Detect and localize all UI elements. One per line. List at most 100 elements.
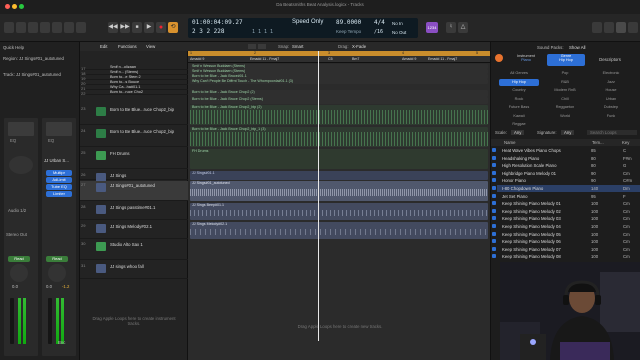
track-name[interactable]: Born to...s Bouce [110, 80, 186, 84]
loop-row[interactable]: Heat Wave Vibes Piano Chops 85 C [492, 147, 640, 154]
view-menu[interactable]: View [146, 44, 155, 49]
track-name[interactable]: JJ Sings passtime#01.1 [110, 205, 186, 210]
genre-filter-button[interactable]: Dubstep [591, 104, 631, 111]
genre-filter-button[interactable]: Country [499, 87, 539, 94]
browser-button[interactable] [628, 22, 638, 33]
genre-filter-button[interactable]: Funk [591, 113, 631, 120]
col-name[interactable]: Name [504, 140, 515, 145]
tab-genre[interactable]: Genre Hip Hop [547, 54, 585, 66]
col-tempo[interactable]: Tem... [592, 140, 604, 145]
list-editors-button[interactable] [592, 22, 602, 33]
track-header[interactable]: 22 Born to...ruce Cho2 [80, 90, 188, 96]
track-name[interactable]: Smif n... (Stems) [110, 70, 186, 74]
bounce-button[interactable]: Bnc [58, 340, 65, 345]
metronome-icon[interactable]: △ [458, 22, 468, 33]
region[interactable]: Born to be Blue - Jack Bruce Chop2_bip (… [190, 105, 488, 125]
track-header[interactable]: 30 Studio Alto Sax 1 [80, 240, 188, 260]
loop-row[interactable]: Highbridge Piano Melody 01 90 Cm [492, 170, 640, 177]
genre-filter-button[interactable]: Hip Hop [499, 78, 539, 86]
track-header[interactable]: 29 JJ Sings Melody#02.1 [80, 222, 188, 239]
loop-browser-button[interactable] [616, 22, 626, 33]
region[interactable]: JJ Sings#01_autotuned [190, 181, 488, 201]
stop-icon[interactable]: ■ [132, 22, 142, 33]
volume-fader[interactable] [48, 298, 52, 344]
editors-button[interactable] [76, 22, 86, 33]
loop-row[interactable]: Jet Set Piano 95 F [492, 193, 640, 200]
rewind-icon[interactable]: ◀◀ [108, 22, 118, 33]
lcd-display[interactable]: 01:00:04:09.27 2 3 2 228 1 1 1 1 Speed O… [188, 18, 418, 38]
track-header[interactable]: 31 JJ sings whoo fall [80, 262, 188, 279]
loop-row[interactable]: Keep Shining Piano Melody 04 100 Cm [492, 223, 640, 230]
toolbar-button[interactable] [40, 22, 50, 33]
eq-thumbnail[interactable] [46, 122, 72, 136]
functions-menu[interactable]: Functions [118, 44, 137, 49]
genre-filter-button[interactable]: All Genres [499, 70, 539, 77]
inspector-button[interactable] [16, 22, 26, 33]
smart-controls-button[interactable] [52, 22, 62, 33]
snap-select[interactable]: Smart [292, 44, 303, 49]
track-header[interactable]: 23 Born to Be Blue...ruce Chop2_bip [80, 105, 188, 125]
volume-fader[interactable] [10, 298, 14, 344]
quick-help-label[interactable]: Quick Help [3, 45, 24, 50]
play-icon[interactable]: ▶ [144, 22, 154, 33]
track-name[interactable]: Why Ca...ha#01.1 [110, 85, 186, 89]
region-inspector-header[interactable]: Region: JJ Sings#01_autotuned [3, 56, 79, 61]
cycle-icon[interactable]: ⟲ [168, 22, 178, 33]
region[interactable]: JJ Sings Melody#02.1 [190, 222, 488, 239]
drag-select[interactable]: X-Fade [352, 44, 366, 49]
genre-filter-button[interactable]: House [591, 87, 631, 94]
genre-filter-button[interactable]: Reggae [499, 121, 539, 128]
region-label[interactable]: Why Can't People Be Diffrnt Touch - The … [190, 79, 488, 84]
track-name[interactable]: JJ Sings#01_autotuned [110, 183, 186, 188]
genre-filter-button[interactable]: Kawaii [499, 113, 539, 120]
tuner-icon[interactable]: ♮ [446, 22, 456, 33]
plugin-slot[interactable]: Multipr [46, 170, 72, 176]
library-button[interactable] [4, 22, 14, 33]
genre-filter-button[interactable]: Rock [499, 96, 539, 103]
quick-help-button[interactable] [28, 22, 38, 33]
loop-row[interactable]: High Resolution Scale Piano 80 G [492, 162, 640, 169]
track-header[interactable]: 25 FH Drums [80, 149, 188, 169]
region[interactable]: JJ Sings Beep#01.1 [190, 203, 488, 220]
region[interactable]: FH Drums [190, 149, 488, 169]
loop-search-input[interactable]: Search Loops [587, 130, 637, 135]
track-name[interactable]: FH Drums [110, 151, 186, 156]
tab-descriptors[interactable]: Descriptors [587, 54, 633, 66]
loop-row[interactable]: Keep Shining Piano Melody 07 100 Cm [492, 246, 640, 253]
region[interactable]: Born to be Blue - Jack Bruce Chop2 (Stem… [190, 97, 488, 104]
track-inspector-header[interactable]: Track: JJ Sings#01_autotuned [3, 72, 79, 77]
track-header[interactable]: 27 JJ Sings#01_autotuned [80, 181, 188, 201]
ruler[interactable]: 1 2 3 4 5 Amadd 9 Emadd 11 - Fmaj7 C5 Bm… [188, 51, 490, 63]
loop-row[interactable]: I-80 Chopdown Piano 140 Dm [492, 185, 640, 192]
genre-filter-button[interactable]: Pop [545, 70, 585, 77]
instrument-slot[interactable]: JJ Urban S... [44, 158, 76, 163]
cycle-area[interactable] [188, 51, 490, 56]
notes-button[interactable] [604, 22, 614, 33]
region[interactable]: Born to be Blue - Jack Bruce Chop2_bip_1… [190, 127, 488, 147]
genre-filter-button[interactable]: World [545, 113, 585, 120]
track-header[interactable]: 28 JJ Sings passtime#01.1 [80, 203, 188, 220]
automation-read-button[interactable]: Read [46, 256, 68, 262]
plugin-slot[interactable]: AdLimit [46, 177, 72, 183]
loop-row[interactable]: Keep Shining Piano Melody 05 100 Cm [492, 231, 640, 238]
send-slot[interactable]: Audio 1/2 [8, 208, 26, 213]
playhead[interactable] [318, 51, 319, 341]
pointer-tool-icon[interactable] [248, 44, 256, 49]
track-name[interactable]: JJ Sings Melody#02.1 [110, 224, 186, 229]
record-icon[interactable]: ● [156, 22, 166, 33]
tab-instrument[interactable]: Instrument Piano [507, 54, 545, 66]
genre-filter-button[interactable]: Jazz [591, 79, 631, 86]
region[interactable]: Born to be Blue - Jack Bruce Chop2 (2) [190, 90, 488, 97]
pan-knob[interactable] [48, 264, 66, 282]
plugin-slot[interactable]: Limiter [46, 191, 72, 197]
loop-row[interactable]: Keep Shining Piano Melody 08 100 Cm [492, 253, 640, 260]
track-name[interactable]: JJ sings whoo fall [110, 264, 186, 269]
pan-knob[interactable] [10, 264, 28, 282]
mixer-button[interactable] [64, 22, 74, 33]
sound-packs-select[interactable]: Show All [569, 45, 585, 50]
loop-row[interactable]: Keep Shining Piano Melody 01 100 Cm [492, 200, 640, 207]
automation-read-button[interactable]: Read [8, 256, 30, 262]
pencil-tool-icon[interactable] [258, 44, 266, 49]
loop-row[interactable]: Honor Piano 90 C#m [492, 177, 640, 184]
genre-filter-button[interactable]: Electronic [591, 70, 631, 77]
